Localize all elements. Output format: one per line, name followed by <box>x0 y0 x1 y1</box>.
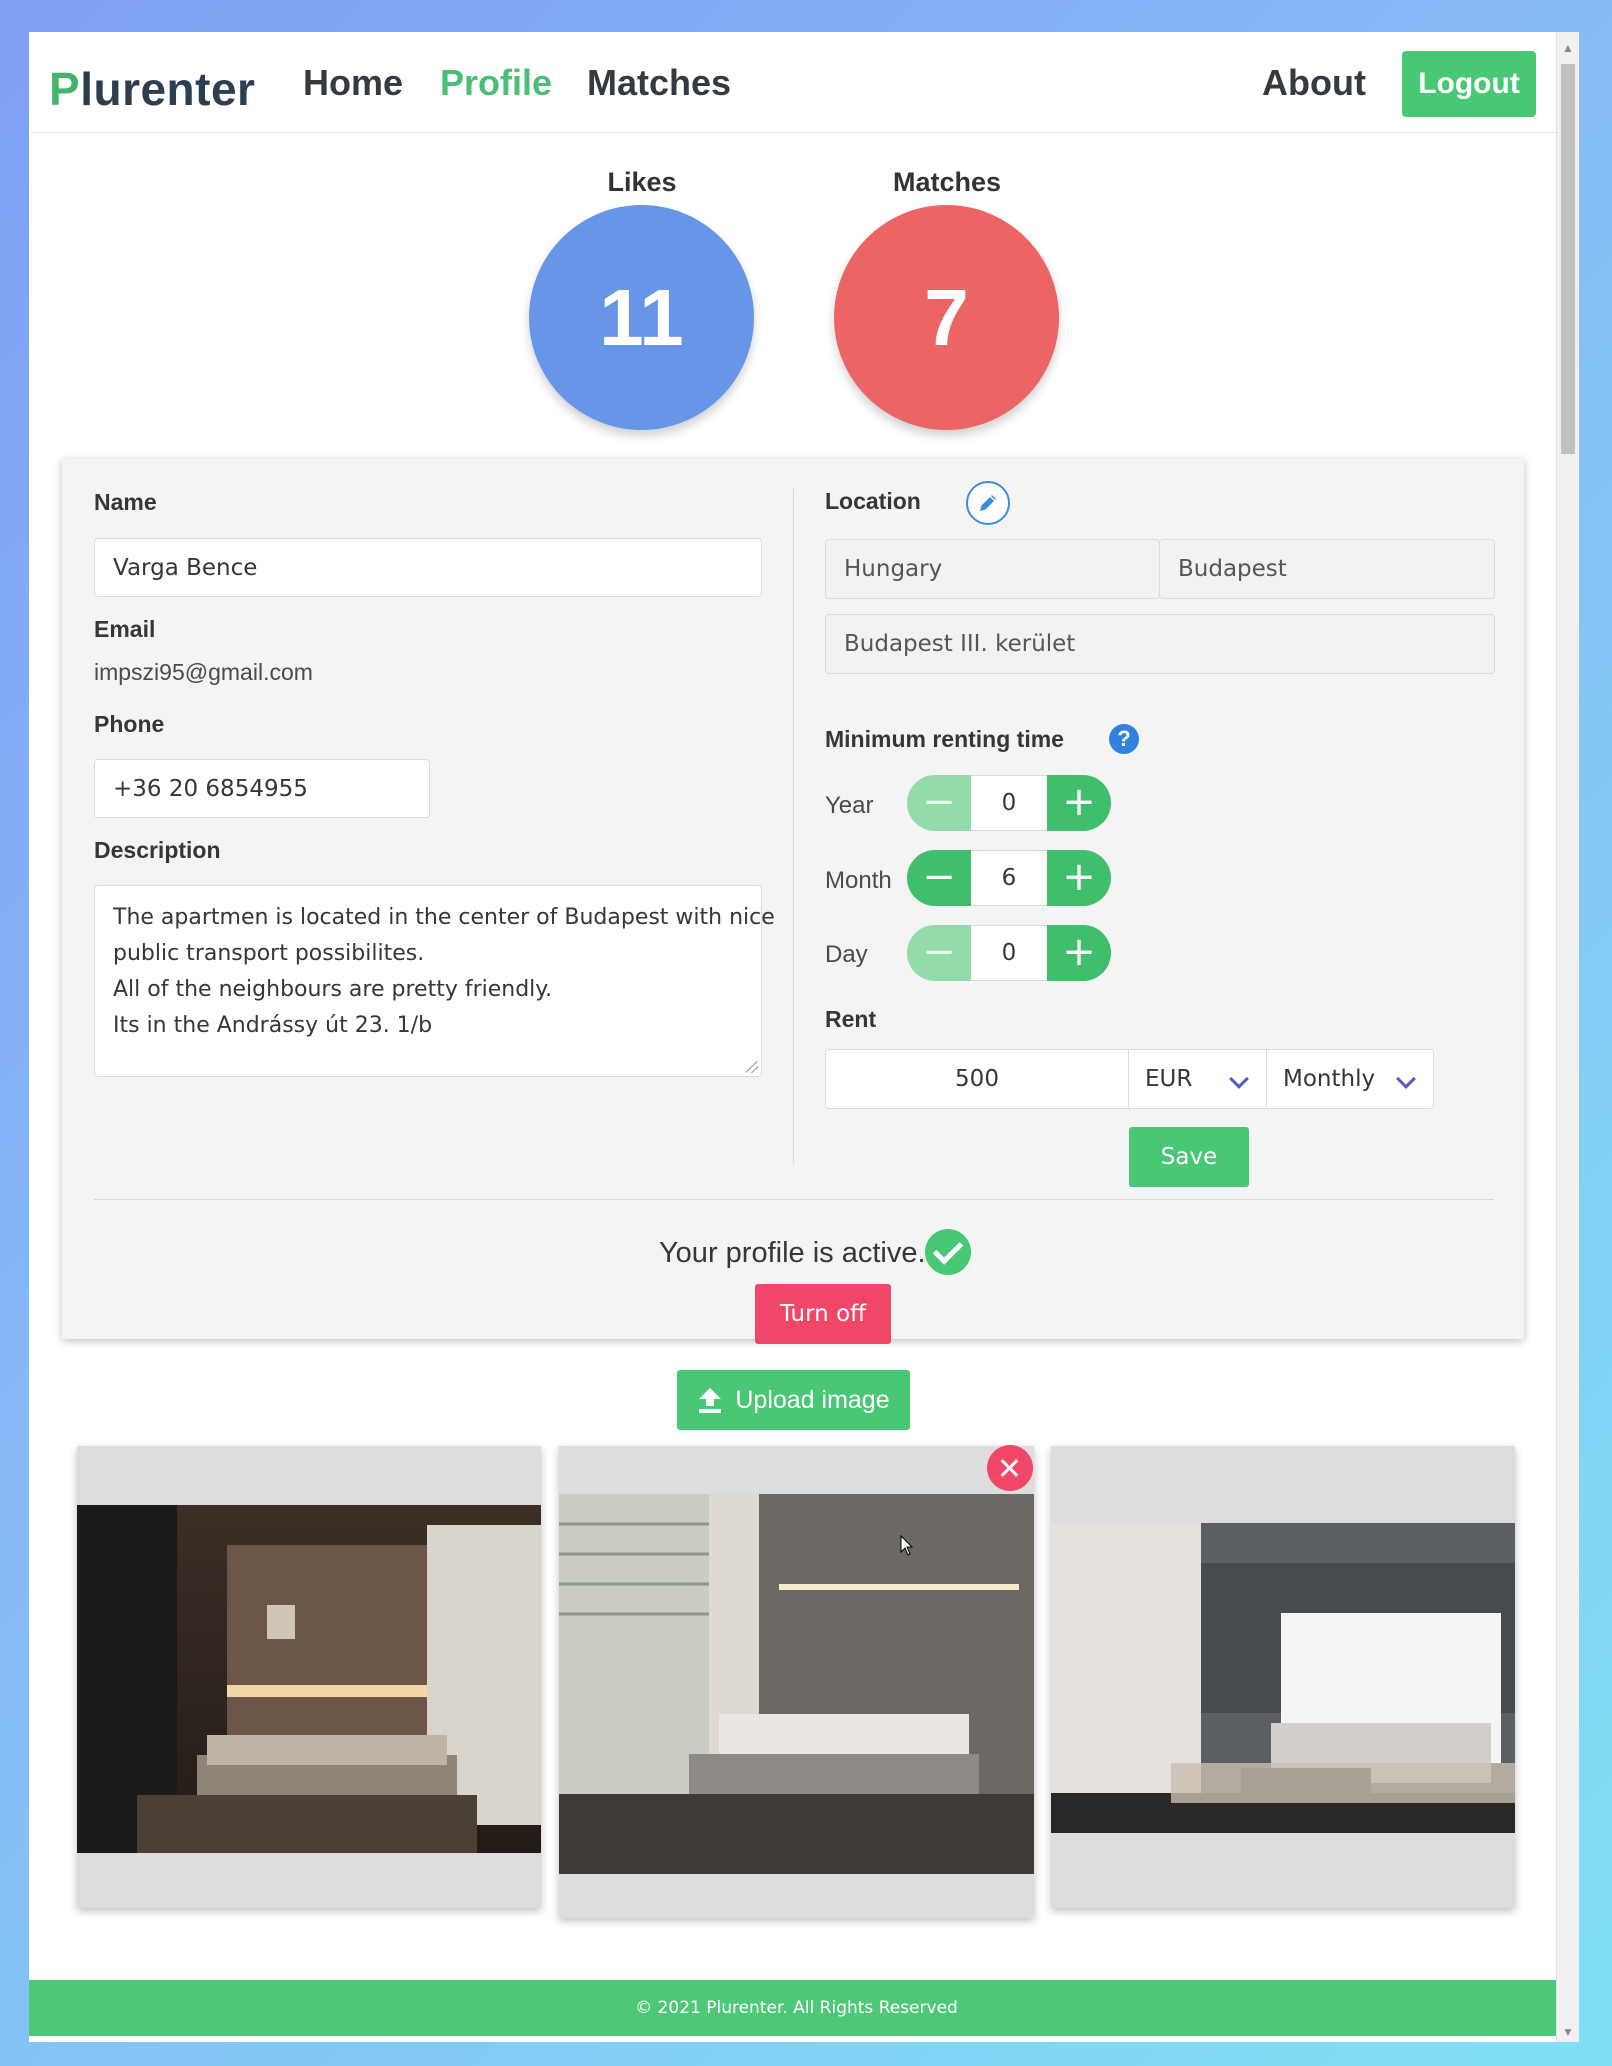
scrollbar[interactable]: ▲ ▼ <box>1556 32 1579 2042</box>
gallery-image-card[interactable] <box>77 1446 541 1908</box>
save-button[interactable]: Save <box>1129 1127 1249 1187</box>
nav-matches-link[interactable]: Matches <box>587 62 731 104</box>
brand-name: lurenter <box>80 63 256 115</box>
resize-grip-icon[interactable] <box>746 1061 758 1073</box>
description-line: public transport possibilites. <box>113 941 425 966</box>
remove-image-close-icon[interactable] <box>987 1445 1033 1491</box>
upload-image-button[interactable]: Upload image <box>677 1370 910 1430</box>
month-decrement-button[interactable]: − <box>907 850 971 906</box>
month-increment-button[interactable]: + <box>1047 850 1111 906</box>
bedroom-photo-2 <box>559 1494 1034 1874</box>
turn-off-button[interactable]: Turn off <box>755 1284 891 1344</box>
help-question-icon[interactable]: ? <box>1109 724 1139 754</box>
scrollbar-thumb[interactable] <box>1561 64 1575 454</box>
chevron-down-icon <box>1229 1069 1249 1089</box>
matches-label: Matches <box>892 167 1002 197</box>
name-input[interactable]: Varga Bence <box>94 538 762 597</box>
currency-value: EUR <box>1145 1066 1193 1092</box>
phone-input[interactable]: +36 20 6854955 <box>94 759 430 818</box>
email-label: Email <box>94 616 156 642</box>
description-line: Its in the Andrássy út 23. 1/b <box>113 1013 433 1038</box>
period-select[interactable]: Monthly <box>1266 1049 1434 1109</box>
upload-icon <box>699 1388 722 1413</box>
upload-image-label: Upload image <box>735 1385 890 1414</box>
matches-count-circle: 7 <box>834 205 1059 430</box>
chevron-down-icon <box>1396 1069 1416 1089</box>
year-decrement-button[interactable]: − <box>907 775 971 831</box>
currency-select[interactable]: EUR <box>1128 1049 1267 1109</box>
likes-count-circle: 11 <box>529 205 754 430</box>
minimum-renting-time-label: Minimum renting time <box>825 726 1064 752</box>
rent-amount-input[interactable]: 500 <box>825 1049 1129 1109</box>
district-input[interactable]: Budapest III. kerület <box>825 614 1495 674</box>
brand-logo[interactable]: Plurenter <box>49 62 255 116</box>
footer: © 2021 Plurenter. All Rights Reserved <box>29 1980 1564 2036</box>
name-label: Name <box>94 489 157 515</box>
nav-about-link[interactable]: About <box>1262 62 1366 104</box>
rent-label: Rent <box>825 1006 877 1032</box>
day-value[interactable]: 0 <box>971 925 1047 981</box>
year-increment-button[interactable]: + <box>1047 775 1111 831</box>
month-label: Month <box>825 867 892 894</box>
location-label: Location <box>825 488 921 514</box>
likes-label: Likes <box>607 167 677 197</box>
phone-label: Phone <box>94 711 165 737</box>
scroll-up-arrow-icon[interactable]: ▲ <box>1557 38 1579 58</box>
day-increment-button[interactable]: + <box>1047 925 1111 981</box>
year-value[interactable]: 0 <box>971 775 1047 831</box>
day-decrement-button[interactable]: − <box>907 925 971 981</box>
month-value[interactable]: 6 <box>971 850 1047 906</box>
profile-status-text: Your profile is active. <box>659 1237 926 1269</box>
page-content: Plurenter Home Profile Matches About Log… <box>29 32 1564 2042</box>
brand-initial: P <box>49 63 81 115</box>
navbar: Plurenter Home Profile Matches About Log… <box>29 32 1557 133</box>
nav-profile-link[interactable]: Profile <box>440 62 552 104</box>
city-input[interactable]: Budapest <box>1159 539 1495 599</box>
profile-card: Name Varga Bence Email impszi95@gmail.co… <box>62 459 1524 1344</box>
description-line: The apartmen is located in the center of… <box>113 905 775 930</box>
email-value: impszi95@gmail.com <box>94 659 313 685</box>
section-divider <box>94 1199 1494 1200</box>
description-textarea[interactable]: The apartmen is located in the center of… <box>94 885 775 1077</box>
column-divider <box>793 489 794 1164</box>
check-circle-icon <box>925 1229 971 1275</box>
day-label: Day <box>825 941 868 968</box>
description-label: Description <box>94 837 221 863</box>
description-line: All of the neighbours are pretty friendl… <box>113 977 553 1002</box>
period-value: Monthly <box>1283 1066 1376 1092</box>
bedroom-photo-1 <box>77 1505 541 1853</box>
year-label: Year <box>825 792 874 819</box>
nav-home-link[interactable]: Home <box>303 62 403 104</box>
bedroom-photo-3 <box>1051 1523 1515 1833</box>
country-input[interactable]: Hungary <box>825 539 1160 599</box>
gallery-image-card[interactable] <box>1051 1446 1515 1908</box>
gallery-image-card[interactable] <box>559 1445 1034 1918</box>
browser-window: Plurenter Home Profile Matches About Log… <box>29 32 1579 2042</box>
mouse-cursor-icon <box>900 1535 914 1556</box>
scroll-down-arrow-icon[interactable]: ▼ <box>1557 2022 1579 2042</box>
edit-location-pencil-icon[interactable] <box>966 481 1010 525</box>
logout-button[interactable]: Logout <box>1402 51 1536 117</box>
